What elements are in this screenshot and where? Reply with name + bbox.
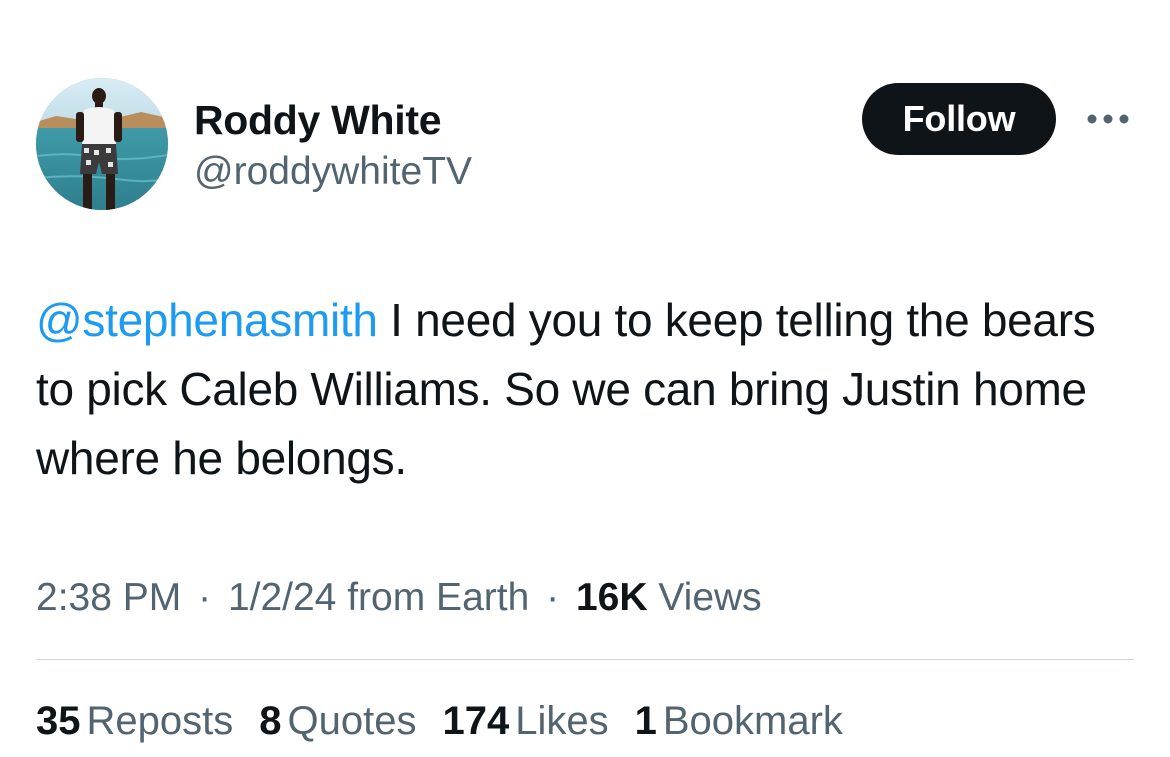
more-dots-icon bbox=[1087, 114, 1129, 124]
avatar[interactable] bbox=[36, 78, 168, 210]
more-button[interactable] bbox=[1082, 104, 1134, 134]
stat-quotes[interactable]: 8 Quotes bbox=[259, 695, 416, 747]
likes-count: 174 bbox=[442, 699, 510, 743]
mention-link[interactable]: @stephenasmith bbox=[36, 294, 378, 346]
stat-reposts[interactable]: 35 Reposts bbox=[36, 695, 233, 747]
quotes-label: Quotes bbox=[287, 699, 417, 743]
tweet-meta: 2:38 PM · 1/2/24 from Earth · 16K Views bbox=[36, 572, 762, 624]
bookmarks-count: 1 bbox=[634, 699, 657, 743]
tweet-time[interactable]: 2:38 PM bbox=[36, 576, 181, 619]
views-count: 16K bbox=[575, 576, 648, 619]
display-name[interactable]: Roddy White bbox=[194, 96, 472, 144]
reposts-label: Reposts bbox=[86, 699, 234, 743]
follow-button[interactable]: Follow bbox=[862, 83, 1056, 155]
handle[interactable]: @roddywhiteTV bbox=[194, 148, 472, 196]
meta-separator: · bbox=[198, 576, 212, 619]
views-label: Views bbox=[658, 576, 762, 619]
engagement-stats: 35 Reposts 8 Quotes 174 Likes 1 Bookmark bbox=[36, 695, 869, 747]
tweet-text: @stephenasmith I need you to keep tellin… bbox=[36, 286, 1126, 493]
meta-separator: · bbox=[546, 576, 560, 619]
profile-photo-icon bbox=[36, 78, 168, 210]
reposts-count: 35 bbox=[36, 699, 81, 743]
tweet-source: from Earth bbox=[347, 576, 530, 619]
stat-bookmarks[interactable]: 1 Bookmark bbox=[635, 695, 843, 747]
quotes-count: 8 bbox=[259, 699, 282, 743]
tweet-header: Roddy White @roddywhiteTV Follow bbox=[36, 78, 1134, 214]
tweet-date[interactable]: 1/2/24 bbox=[228, 576, 336, 619]
stat-likes[interactable]: 174 Likes bbox=[442, 695, 608, 747]
author-names: Roddy White @roddywhiteTV bbox=[194, 96, 472, 196]
bookmarks-label: Bookmark bbox=[662, 699, 843, 743]
likes-label: Likes bbox=[515, 699, 609, 743]
divider bbox=[36, 659, 1134, 660]
